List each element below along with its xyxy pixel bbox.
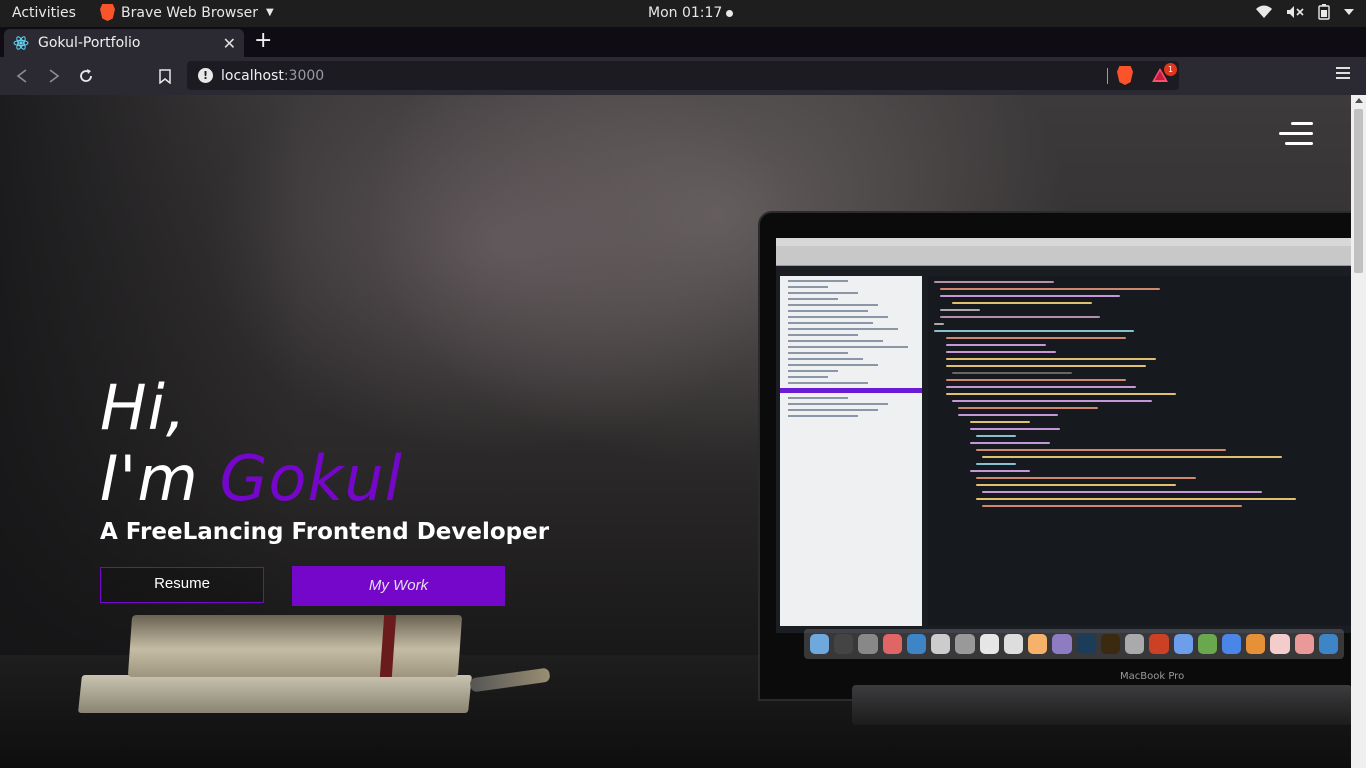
hero-name-line: I'm Gokul xyxy=(100,441,549,517)
brave-shield-icon[interactable] xyxy=(1117,66,1133,85)
react-icon xyxy=(13,36,29,50)
laptop-image: MacBook Pro xyxy=(758,211,1351,701)
chevron-down-icon: ▼ xyxy=(266,7,274,18)
chevron-down-icon xyxy=(1344,9,1354,15)
browser-menu-button[interactable] xyxy=(1336,67,1350,82)
tab-strip: Gokul-Portfolio ✕ + xyxy=(0,27,1366,57)
laptop-keyboard xyxy=(852,685,1351,725)
my-work-button[interactable]: My Work xyxy=(292,566,505,606)
notification-dot xyxy=(726,9,734,17)
volume-muted-icon xyxy=(1287,6,1304,18)
hero-name: Gokul xyxy=(219,442,403,515)
tab-gokul-portfolio[interactable]: Gokul-Portfolio ✕ xyxy=(4,29,244,57)
app-menu[interactable]: Brave Web Browser ▼ xyxy=(100,4,274,21)
bookmark-icon[interactable] xyxy=(155,66,175,86)
system-top-bar: Activities Brave Web Browser ▼ Mon 01:17 xyxy=(0,0,1366,27)
hero-name-prefix: I'm xyxy=(100,442,220,515)
url-port: :3000 xyxy=(283,67,325,84)
brave-lion-icon xyxy=(100,4,115,21)
scrollbar-thumb[interactable] xyxy=(1354,109,1363,273)
plus-icon[interactable]: + xyxy=(254,30,272,52)
hero-greeting: Hi, xyxy=(100,371,187,444)
laptop-dock xyxy=(804,629,1344,659)
tab-title: Gokul-Portfolio xyxy=(38,35,141,51)
browser-toolbar: ! localhost:3000 1 xyxy=(0,57,1366,95)
book-bottom xyxy=(78,675,472,713)
laptop-screen xyxy=(776,238,1351,633)
hamburger-menu-icon[interactable] xyxy=(1279,122,1313,152)
address-bar[interactable]: ! localhost:3000 1 xyxy=(187,61,1179,90)
url-host: localhost xyxy=(221,67,284,84)
close-icon[interactable]: ✕ xyxy=(223,34,236,53)
book-top xyxy=(127,615,463,677)
system-tray[interactable] xyxy=(1256,4,1354,20)
rewards-badge: 1 xyxy=(1164,63,1177,76)
hero-section: Hi, I'm Gokul A FreeLancing Frontend Dev… xyxy=(100,371,550,546)
reload-icon[interactable] xyxy=(76,66,96,86)
wifi-icon xyxy=(1256,5,1272,18)
hero-role: A FreeLancing Frontend Developer xyxy=(100,519,550,545)
clock-text: Mon 01:17 xyxy=(648,5,723,21)
resume-button[interactable]: Resume xyxy=(100,567,264,603)
battery-icon xyxy=(1318,4,1330,20)
laptop-brand-label: MacBook Pro xyxy=(1120,671,1185,682)
activities-button[interactable]: Activities xyxy=(12,5,76,21)
clock[interactable]: Mon 01:17 xyxy=(648,5,734,21)
divider xyxy=(1107,68,1108,84)
page-viewport: MacBook Pro Hi, I'm Gokul A FreeLancing … xyxy=(0,95,1351,768)
scroll-up-icon[interactable] xyxy=(1355,98,1363,103)
app-name: Brave Web Browser xyxy=(121,4,258,21)
back-icon[interactable] xyxy=(12,66,32,86)
forward-icon[interactable] xyxy=(44,66,64,86)
page-scrollbar[interactable] xyxy=(1351,95,1366,768)
info-icon[interactable]: ! xyxy=(198,68,213,83)
